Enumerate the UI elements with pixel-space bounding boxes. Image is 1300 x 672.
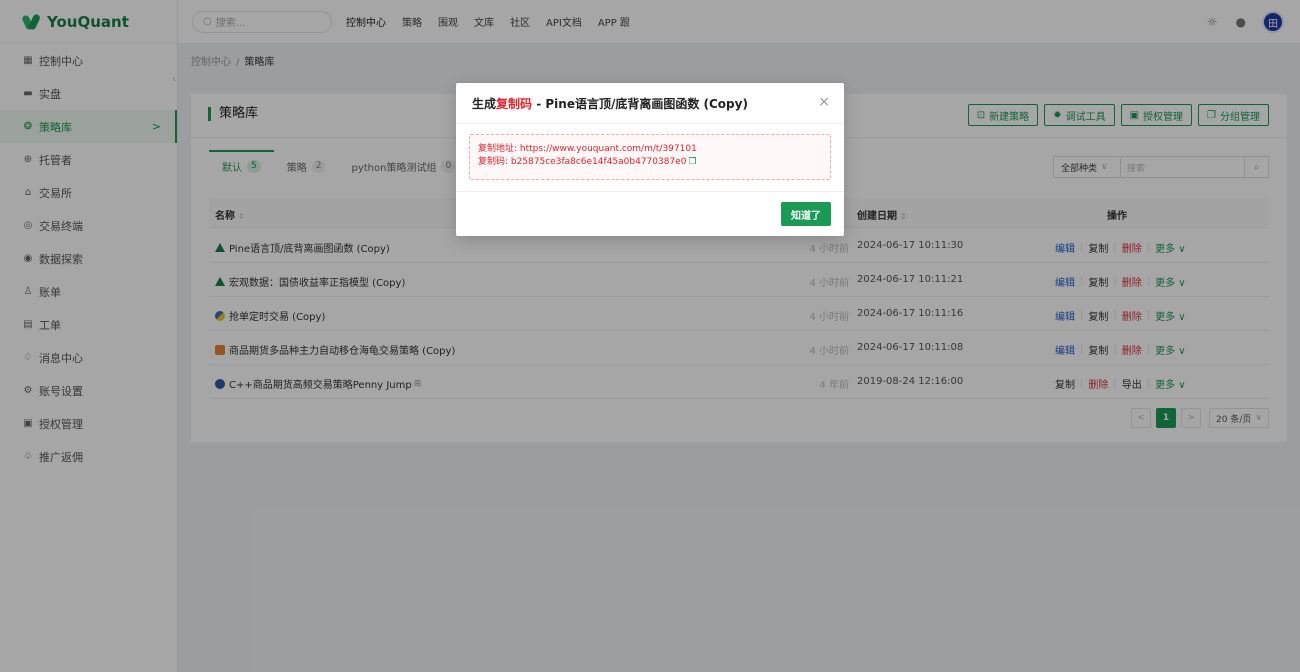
divider: [456, 191, 844, 192]
dialog-title-prefix: 生成: [472, 97, 497, 111]
copy-code-line: 复制码: b25875ce3fa8c6e14f45a0b4770387e0 ❐: [478, 156, 822, 169]
dialog-title-highlight: 复制码: [496, 97, 533, 111]
copy-icon[interactable]: ❐: [688, 157, 696, 167]
copy-code-dialog: 生成复制码 - Pine语言顶/底背离画图函数 (Copy) × 复制地址: h…: [456, 83, 844, 236]
divider: [456, 123, 844, 124]
dialog-title: 生成复制码 - Pine语言顶/底背离画图函数 (Copy): [472, 95, 748, 112]
dialog-title-suffix: - Pine语言顶/底背离画图函数 (Copy): [532, 97, 748, 111]
close-icon[interactable]: ×: [818, 94, 830, 110]
copy-code[interactable]: 复制码: b25875ce3fa8c6e14f45a0b4770387e0: [478, 157, 686, 167]
ok-button[interactable]: 知道了: [781, 202, 831, 226]
copy-info-box: 复制地址: https://www.youquant.com/m/t/39710…: [469, 134, 831, 180]
copy-address[interactable]: 复制地址: https://www.youquant.com/m/t/39710…: [478, 143, 822, 156]
